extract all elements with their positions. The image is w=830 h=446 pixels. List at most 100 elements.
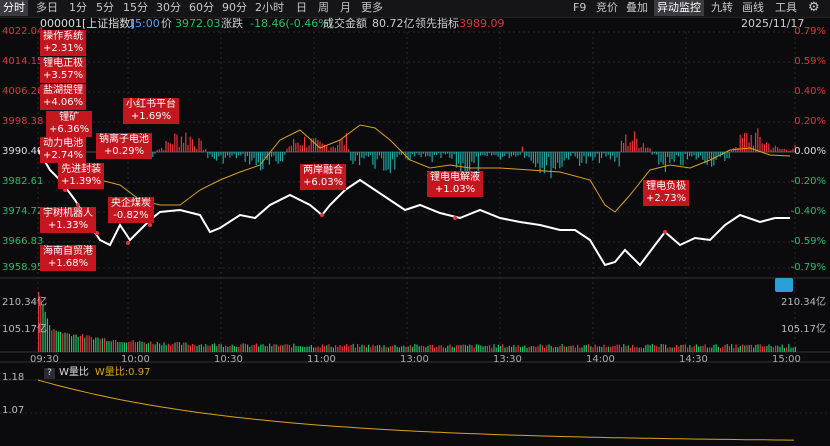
volume-bar: [493, 344, 495, 352]
time-label: 09:30: [30, 354, 59, 365]
breadth-bar: [409, 152, 411, 160]
breadth-bar: [260, 152, 262, 171]
anomaly-tag[interactable]: 海南自贸港 +1.68%: [40, 245, 96, 271]
breadth-bar: [526, 152, 528, 156]
breadth-bar: [416, 152, 418, 154]
volume-bar: [491, 347, 493, 352]
volume-bar: [90, 337, 92, 352]
volume-bar: [566, 347, 568, 352]
volume-bar: [176, 341, 178, 352]
scroll-handle[interactable]: [775, 278, 793, 292]
breadth-bar: [152, 152, 154, 157]
volume-bar: [614, 345, 616, 352]
breadth-bar: [583, 152, 585, 157]
breadth-bar: [411, 152, 413, 154]
breadth-bar: [398, 152, 400, 155]
anomaly-tag[interactable]: 央企煤炭 -0.82%: [108, 197, 154, 223]
indicator-name[interactable]: W量比: [59, 367, 89, 378]
volume-bar: [693, 345, 695, 352]
breadth-bar: [543, 152, 545, 174]
volume-bar: [713, 344, 715, 352]
volume-bar: [478, 344, 480, 352]
anomaly-tag[interactable]: 先进封装 +1.39%: [58, 163, 105, 189]
volume-bar: [588, 344, 590, 352]
breadth-bar: [521, 146, 523, 152]
breadth-bar: [475, 152, 477, 157]
volume-bar: [398, 347, 400, 352]
volume-bar: [271, 346, 273, 352]
breadth-bar: [557, 152, 559, 163]
breadth-bar: [513, 152, 515, 156]
anomaly-tag[interactable]: 小红书平台 +1.69%: [123, 98, 179, 124]
y-right-label: 0.79%: [794, 26, 826, 37]
breadth-bar: [788, 150, 790, 152]
breadth-bar: [548, 152, 550, 158]
volume-axis-label: 105.17亿: [2, 324, 47, 335]
volume-bar: [621, 347, 623, 352]
volume-bar: [403, 345, 405, 352]
breadth-bar: [759, 136, 761, 152]
breadth-bar: [372, 152, 374, 165]
breadth-bar: [634, 131, 636, 152]
volume-bar: [436, 346, 438, 352]
volume-bar: [231, 344, 233, 352]
volume-bar: [330, 346, 332, 352]
breadth-bar: [530, 152, 532, 161]
volume-bar: [772, 347, 774, 352]
breadth-bar: [422, 152, 424, 154]
breadth-bar: [306, 147, 308, 152]
breadth-bar: [473, 152, 475, 164]
volume-bar: [647, 344, 649, 352]
breadth-bar: [167, 142, 169, 152]
volume-bar: [750, 344, 752, 352]
breadth-bar: [189, 136, 191, 152]
y-left-label: 3982.61: [2, 176, 44, 187]
anomaly-tag[interactable]: 操作系统 +2.31%: [40, 30, 87, 56]
volume-bar: [51, 330, 53, 352]
volume-bar: [623, 344, 625, 352]
volume-bar: [746, 344, 748, 352]
breadth-bar: [495, 152, 497, 156]
breadth-bar: [662, 152, 664, 165]
volume-bar: [143, 342, 145, 352]
volume-bar: [687, 347, 689, 352]
anomaly-tag[interactable]: 锂电正极 +3.57%: [40, 57, 87, 83]
breadth-bar: [282, 152, 284, 162]
volume-bar: [412, 347, 414, 352]
anomaly-tag[interactable]: 动力电池 +2.74%: [40, 137, 87, 163]
breadth-bar: [235, 152, 237, 159]
anomaly-tag[interactable]: 盐湖提锂 +4.06%: [40, 84, 87, 110]
help-icon[interactable]: ?: [44, 368, 55, 379]
anomaly-tag[interactable]: 宇树机器人 +1.33%: [40, 207, 96, 233]
volume-bar: [418, 346, 420, 352]
breadth-bar: [706, 152, 708, 166]
volume-bar: [313, 347, 315, 352]
volume-bar: [680, 345, 682, 352]
breadth-bar: [420, 152, 422, 158]
anomaly-tag[interactable]: 锂电负极 +2.73%: [643, 180, 690, 206]
breadth-bar: [356, 152, 358, 156]
volume-bar: [66, 332, 68, 352]
volume-bar: [515, 347, 517, 352]
anomaly-tag[interactable]: 锂电电解液 +1.03%: [427, 171, 483, 197]
breadth-bar: [748, 142, 750, 152]
volume-bar: [605, 347, 607, 352]
breadth-bar: [596, 152, 598, 154]
anomaly-dot: [453, 216, 457, 220]
volume-bar: [522, 346, 524, 352]
volume-bar: [594, 344, 596, 352]
volume-bar: [145, 344, 147, 352]
volume-bar: [209, 345, 211, 352]
volume-bar: [381, 347, 383, 352]
volume-bar: [108, 341, 110, 352]
volume-bar: [464, 344, 466, 352]
volume-bar: [88, 335, 90, 352]
volume-bar: [354, 347, 356, 352]
anomaly-tag[interactable]: 锂矿 +6.36%: [46, 111, 93, 137]
volume-bar: [154, 344, 156, 352]
anomaly-tag[interactable]: 钠离子电池 +0.29%: [96, 133, 152, 159]
anomaly-tag[interactable]: 两岸融合 +6.03%: [300, 164, 347, 190]
breadth-bar: [284, 152, 286, 155]
breadth-bar: [249, 152, 251, 165]
breadth-bar: [161, 147, 163, 152]
